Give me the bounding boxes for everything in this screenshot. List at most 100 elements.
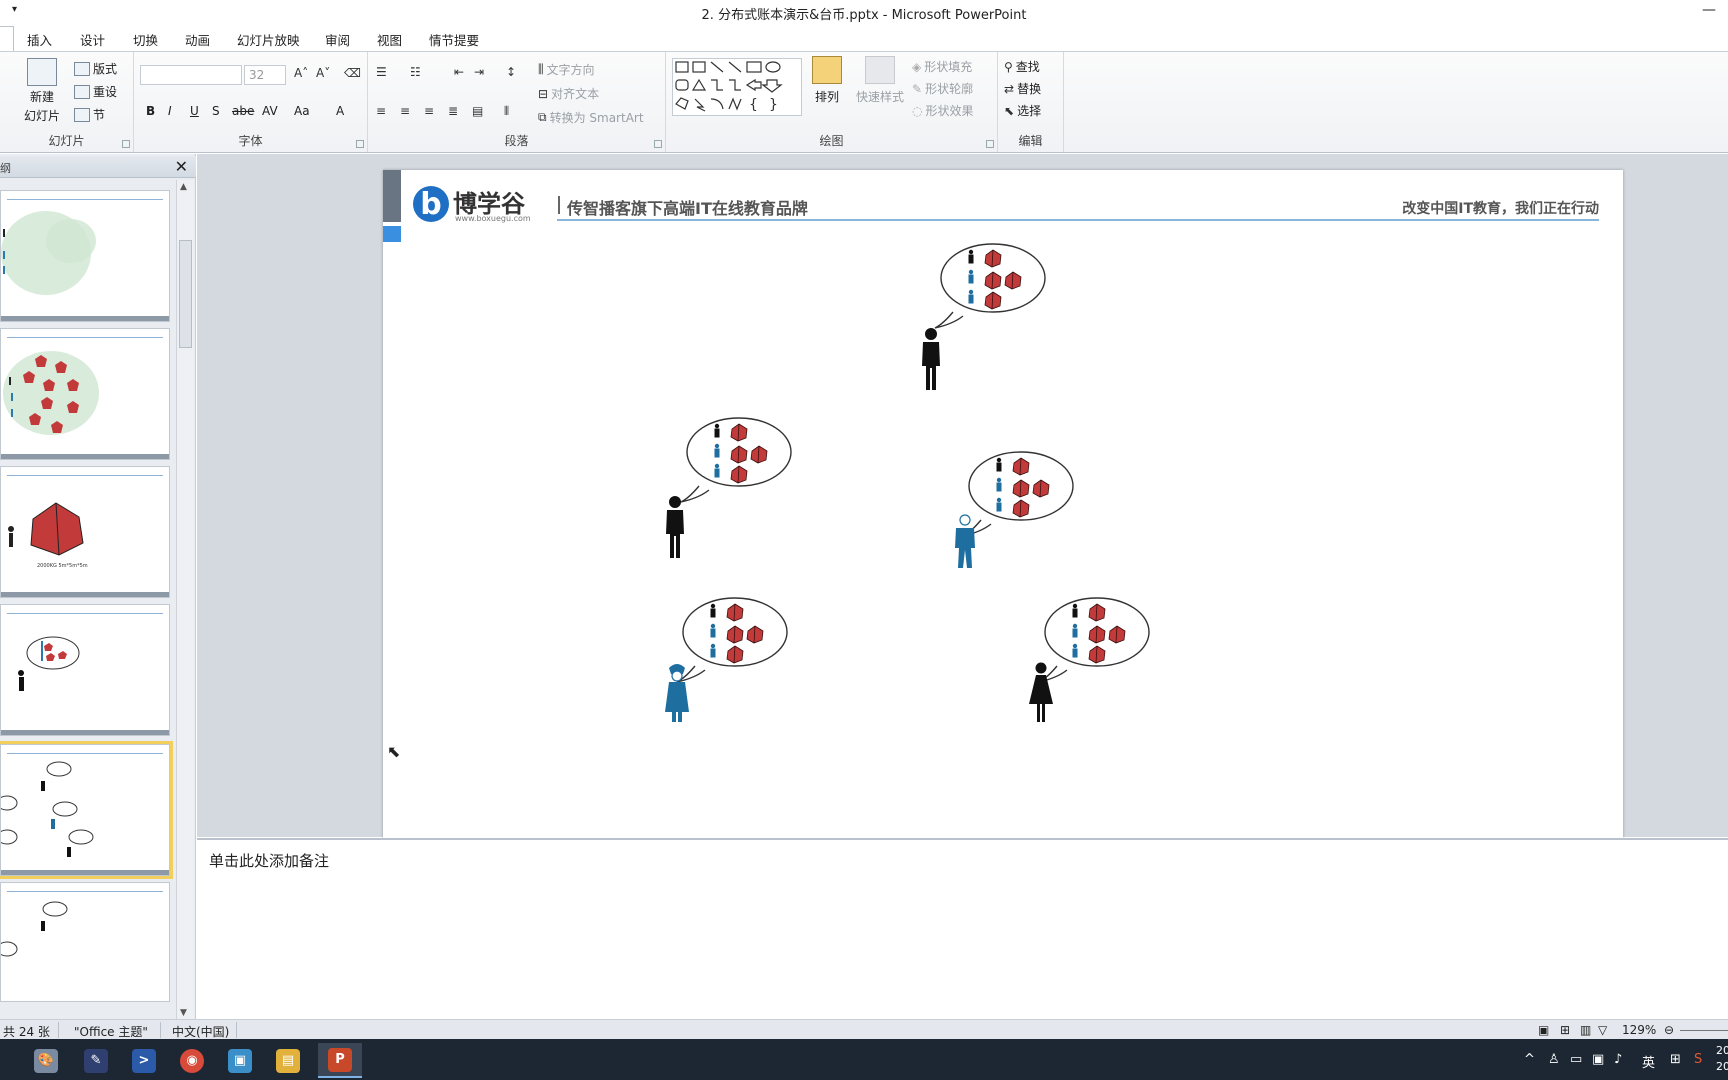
reading-view-icon[interactable]: ▥: [1580, 1023, 1591, 1037]
tab-review[interactable]: 审阅: [325, 30, 350, 49]
shape-effects-button[interactable]: ◌ 形状效果: [912, 102, 974, 119]
panel-scrollbar[interactable]: ▲ ▼: [176, 180, 194, 1020]
line-spacing-button[interactable]: ↕: [506, 65, 516, 79]
tray-user-icon[interactable]: ♙: [1548, 1052, 1560, 1067]
tray-chevron-icon[interactable]: ^: [1524, 1052, 1535, 1067]
tab-transitions[interactable]: 切换: [133, 30, 158, 49]
find-button[interactable]: ⚲ 查找: [1004, 58, 1040, 75]
clock[interactable]: 20 201: [1716, 1043, 1728, 1075]
select-button[interactable]: ⬉ 选择: [1004, 102, 1041, 119]
decrease-indent-button[interactable]: ⇤: [454, 65, 464, 79]
columns-button[interactable]: ⫴: [504, 104, 509, 119]
zoom-slider[interactable]: [1680, 1030, 1728, 1031]
char-spacing-button[interactable]: AV: [262, 104, 278, 118]
font-color-button[interactable]: A: [336, 104, 344, 118]
tab-storyboarding[interactable]: 情节提要: [429, 30, 479, 49]
change-case-button[interactable]: Aa: [294, 104, 310, 118]
bold-button[interactable]: B: [146, 104, 155, 118]
scroll-down-icon[interactable]: ▼: [180, 1008, 187, 1018]
slide-canvas[interactable]: b 博学谷 www.boxuegu.com 传智播客旗下高端IT在线教育品牌 改…: [383, 170, 1623, 838]
clear-format-button[interactable]: ⌫: [344, 66, 361, 80]
mouse-cursor-icon: ⬉: [387, 742, 401, 761]
slideshow-icon[interactable]: ▽: [1598, 1023, 1607, 1037]
align-center-button[interactable]: ≡: [400, 104, 410, 118]
battery-icon[interactable]: ▭: [1570, 1052, 1582, 1067]
increase-indent-button[interactable]: ⇥: [474, 65, 484, 79]
grow-font-button[interactable]: A˄: [294, 66, 308, 80]
drawing-group-launcher[interactable]: [986, 140, 994, 148]
volume-icon[interactable]: ♪: [1614, 1052, 1622, 1067]
slide-thumbnail-2[interactable]: [0, 328, 170, 460]
replace-button[interactable]: ⇄ 替换: [1004, 80, 1041, 97]
align-left-button[interactable]: ≡: [376, 104, 386, 118]
tab-insert[interactable]: 插入: [27, 30, 52, 49]
slide-thumbnail-5[interactable]: [0, 741, 173, 879]
numbering-button[interactable]: ☷: [410, 65, 421, 79]
taskbar-app-1[interactable]: 🎨: [24, 1043, 68, 1078]
normal-view-icon[interactable]: ▣: [1538, 1023, 1549, 1037]
arrange-button[interactable]: 排列: [812, 56, 842, 105]
underline-button[interactable]: U: [190, 104, 199, 118]
tab-view[interactable]: 视图: [377, 30, 402, 49]
new-slide-button[interactable]: 新建 幻灯片: [24, 58, 60, 124]
tab-design[interactable]: 设计: [80, 30, 105, 49]
taskbar-app-2[interactable]: ✎: [74, 1043, 118, 1078]
bullets-button[interactable]: ☰: [376, 65, 387, 79]
thumb-footer: [1, 870, 169, 875]
slide-thumbnail-3[interactable]: 2000KG 5m*5m*5m: [0, 466, 170, 598]
scroll-up-icon[interactable]: ▲: [180, 182, 187, 192]
shapes-gallery[interactable]: {}: [672, 58, 802, 116]
shrink-font-button[interactable]: A˅: [316, 66, 330, 80]
distributed-button[interactable]: ▤: [472, 104, 483, 118]
strikethrough-button[interactable]: abe: [232, 104, 254, 118]
slide-thumbnail-4[interactable]: [0, 604, 170, 736]
italic-button[interactable]: I: [168, 104, 172, 118]
taskbar-app-7[interactable]: P: [318, 1043, 362, 1078]
shadow-button[interactable]: S: [212, 104, 220, 118]
align-left-icon: ≡: [376, 104, 387, 118]
justify-button[interactable]: ≣: [448, 104, 458, 118]
font-name-combo[interactable]: [140, 65, 242, 85]
tab-slideshow[interactable]: 幻灯片放映: [237, 30, 300, 49]
layout-button[interactable]: 版式: [74, 60, 117, 77]
font-group-launcher[interactable]: [356, 140, 364, 148]
slide-thumbnail-1[interactable]: [0, 190, 170, 322]
taskbar-app-4[interactable]: ◉: [170, 1043, 214, 1078]
network-icon[interactable]: ▣: [1592, 1052, 1604, 1067]
align-text-button[interactable]: ⊟ 对齐文本: [538, 85, 599, 102]
notes-pane[interactable]: 单击此处添加备注: [197, 838, 1728, 1019]
scroll-thumb[interactable]: [179, 240, 192, 348]
ime-indicator[interactable]: 英: [1642, 1052, 1655, 1071]
theme-name: "Office 主题": [74, 1025, 148, 1039]
reset-button[interactable]: 重设: [74, 83, 117, 100]
taskbar-app-3[interactable]: >: [122, 1043, 166, 1078]
tab-file[interactable]: [0, 26, 14, 51]
columns-icon: ⫴: [504, 104, 510, 118]
smartart-button[interactable]: ⧉ 转换为 SmartArt: [538, 109, 644, 126]
font-size-combo[interactable]: 32: [244, 65, 286, 85]
text-direction-button[interactable]: ⫼ 文字方向: [538, 61, 595, 78]
outline-tab[interactable]: 纲: [0, 160, 11, 176]
shape-fill-button[interactable]: ◈ 形状填充: [912, 58, 972, 75]
zoom-out-icon[interactable]: ⊖: [1664, 1023, 1674, 1037]
tab-animations[interactable]: 动画: [185, 30, 210, 49]
language-indicator[interactable]: 中文(中国): [172, 1023, 229, 1040]
sogou-icon[interactable]: S: [1694, 1052, 1702, 1067]
quick-styles-button[interactable]: 快速样式: [856, 56, 904, 105]
taskbar-app-5[interactable]: ▣: [218, 1043, 262, 1078]
slide-thumbnail-6[interactable]: [0, 882, 170, 1002]
slides-group-launcher[interactable]: [122, 140, 130, 148]
tray-grid-icon[interactable]: ⊞: [1670, 1052, 1681, 1067]
paragraph-group-launcher[interactable]: [654, 140, 662, 148]
minimize-button[interactable]: —: [1702, 2, 1716, 18]
notes-placeholder[interactable]: 单击此处添加备注: [209, 850, 329, 871]
slide-sorter-icon[interactable]: ⊞: [1560, 1023, 1570, 1037]
powerpoint-icon: P: [328, 1047, 352, 1072]
windows-taskbar: 🎨 ✎ > ◉ ▣ ▤ P ^ ♙ ▭ ▣ ♪ 英 ⊞ S 20 201: [0, 1039, 1728, 1080]
shape-outline-button[interactable]: ✎ 形状轮廓: [912, 80, 973, 97]
close-icon[interactable]: ✕: [175, 157, 188, 176]
section-button[interactable]: 节: [74, 106, 105, 123]
align-right-button[interactable]: ≡: [424, 104, 434, 118]
zoom-level[interactable]: 129%: [1622, 1023, 1656, 1037]
taskbar-app-6[interactable]: ▤: [266, 1043, 310, 1078]
